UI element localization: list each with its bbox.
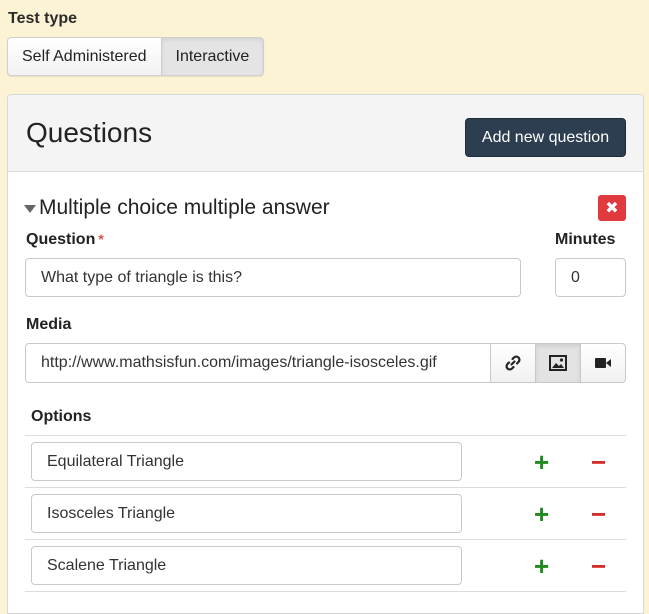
remove-option-icon[interactable]: − (591, 501, 606, 527)
collapse-caret-icon[interactable] (24, 205, 36, 213)
panel-header: Questions Add new question (8, 95, 643, 172)
question-label: Question * (26, 231, 104, 249)
add-option-icon[interactable]: + (534, 553, 549, 579)
option-input[interactable]: Isosceles Triangle (31, 494, 462, 533)
question-label-text: Question (26, 231, 96, 248)
media-label: Media (26, 316, 72, 333)
add-option-icon[interactable]: + (534, 501, 549, 527)
add-option-icon[interactable]: + (534, 449, 549, 475)
option-row: Equilateral Triangle + − (25, 436, 626, 488)
remove-option-icon[interactable]: − (591, 449, 606, 475)
link-button[interactable] (491, 343, 536, 383)
video-icon (595, 358, 611, 368)
self-administered-button[interactable]: Self Administered (7, 37, 162, 76)
add-new-question-button[interactable]: Add new question (465, 118, 626, 157)
close-icon: ✖ (605, 200, 619, 217)
required-marker: * (98, 231, 104, 247)
test-type-toggle: Self Administered Interactive (7, 37, 265, 76)
test-type-label: Test type (8, 10, 78, 27)
option-row: Isosceles Triangle + − (25, 488, 626, 540)
minutes-label: Minutes (555, 231, 616, 248)
image-button[interactable] (536, 343, 581, 383)
options-table: Equilateral Triangle + − Isosceles Trian… (25, 435, 626, 592)
panel-title: Questions (26, 117, 153, 148)
link-icon (505, 355, 521, 371)
question-input[interactable]: What type of triangle is this? (25, 258, 521, 297)
questions-panel: Questions Add new question Multiple choi… (7, 94, 644, 614)
video-button[interactable] (581, 343, 626, 383)
options-label: Options (31, 408, 92, 425)
option-input[interactable]: Scalene Triangle (31, 546, 462, 585)
question-type-header[interactable]: Multiple choice multiple answer (24, 196, 330, 220)
question-type-title: Multiple choice multiple answer (39, 196, 330, 219)
option-input[interactable]: Equilateral Triangle (31, 442, 462, 481)
remove-option-icon[interactable]: − (591, 553, 606, 579)
media-url-input[interactable]: http://www.mathsisfun.com/images/triangl… (25, 343, 491, 383)
interactive-button[interactable]: Interactive (161, 37, 265, 76)
delete-question-button[interactable]: ✖ (598, 195, 626, 221)
media-field-group: http://www.mathsisfun.com/images/triangl… (25, 343, 626, 383)
image-icon (549, 355, 567, 371)
option-row: Scalene Triangle + − (25, 540, 626, 592)
minutes-input[interactable]: 0 (555, 258, 626, 297)
